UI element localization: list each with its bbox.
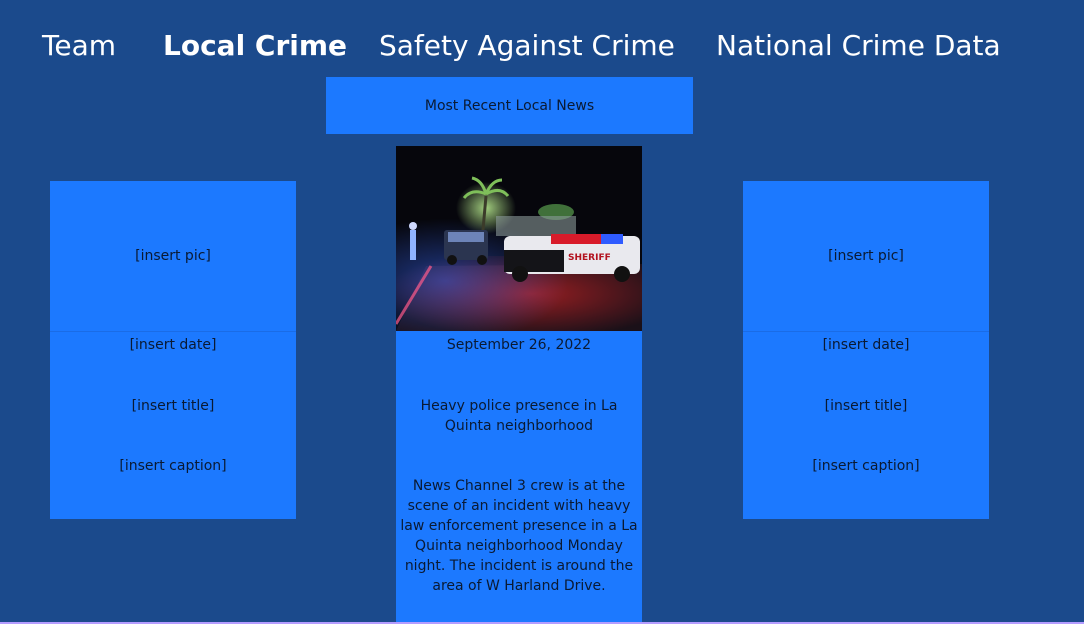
pic-placeholder-text: [insert pic] — [135, 248, 211, 264]
news-card-caption: [insert caption] — [119, 458, 227, 474]
news-photo-police-scene: SHERIFF — [396, 146, 642, 331]
news-card-date: [insert date] — [822, 337, 910, 353]
most-recent-news-banner: Most Recent Local News — [326, 77, 693, 134]
nav-team-link[interactable]: Team — [42, 28, 116, 64]
news-card-title: [insert title] — [824, 398, 908, 414]
nav-local-crime-link[interactable]: Local Crime — [163, 28, 347, 64]
pic-placeholder-text: [insert pic] — [828, 248, 904, 264]
news-card-body-line-3: law enforcement presence in a La — [400, 518, 638, 534]
news-card-body-line-4: Quinta neighborhood Monday — [415, 538, 623, 554]
news-card-featured[interactable]: September 26, 2022 Heavy police presence… — [396, 331, 642, 622]
nav-safety-link[interactable]: Safety Against Crime — [379, 28, 675, 64]
news-card-title: [insert title] — [131, 398, 215, 414]
sheriff-badge-text: SHERIFF — [568, 253, 611, 263]
nav-national-crime-data-link[interactable]: National Crime Data — [716, 28, 1001, 64]
news-card-caption: [insert caption] — [812, 458, 920, 474]
news-card-right[interactable]: [insert pic] [insert date] [insert title… — [743, 181, 989, 519]
news-card-image-placeholder: [insert pic] — [743, 181, 989, 332]
news-card-title-line-1: Heavy police presence in La — [420, 398, 618, 414]
banner-label: Most Recent Local News — [424, 97, 595, 114]
news-card-body-line-1: News Channel 3 crew is at the — [412, 478, 626, 494]
news-card-date: September 26, 2022 — [446, 337, 592, 353]
news-card-body-line-6: area of W Harland Drive. — [432, 578, 606, 594]
news-card-title-line-2: Quinta neighborhood — [444, 418, 594, 434]
news-card-left[interactable]: [insert pic] [insert date] [insert title… — [50, 181, 296, 519]
news-card-body-line-2: scene of an incident with heavy — [407, 498, 631, 514]
news-card-body-line-5: night. The incident is around the — [404, 558, 634, 574]
news-card-date: [insert date] — [129, 337, 217, 353]
page-bottom-divider — [0, 622, 1084, 629]
news-card-image-placeholder: [insert pic] — [50, 181, 296, 332]
